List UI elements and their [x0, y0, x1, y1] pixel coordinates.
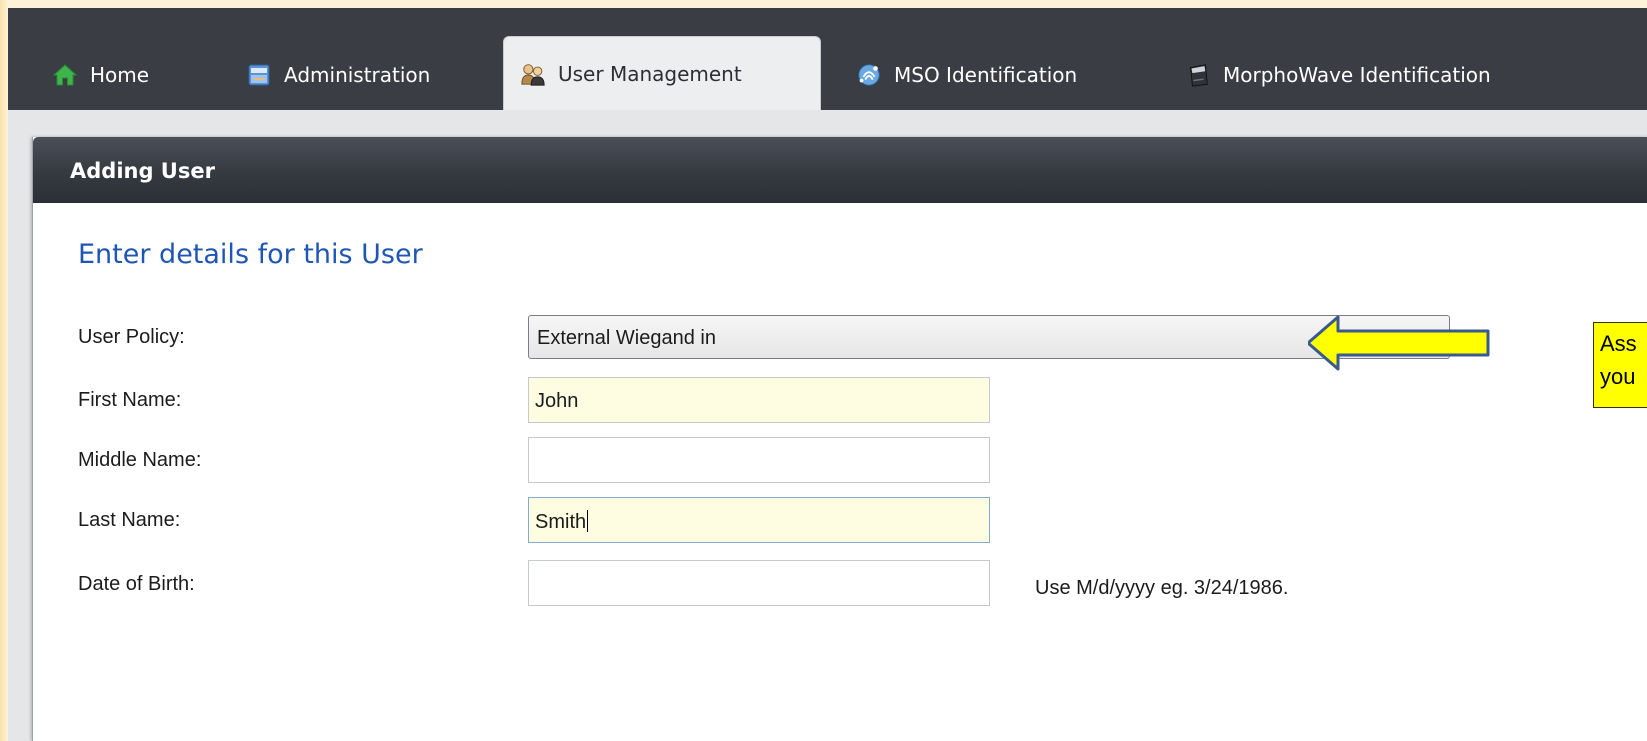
tab-user-management[interactable]: User Management — [503, 36, 821, 110]
first-name-label: First Name: — [78, 389, 182, 411]
tab-home-label: Home — [90, 63, 150, 87]
middle-name-label: Middle Name: — [78, 449, 202, 471]
tab-bar: Home Administration User Management MSO … — [8, 8, 1647, 111]
section-title: Enter details for this User — [78, 239, 423, 270]
first-name-field[interactable]: John — [528, 377, 990, 423]
tab-administration-label: Administration — [284, 63, 431, 87]
date-of-birth-hint: Use M/d/yyyy eg. 3/24/1986. — [1035, 577, 1289, 599]
first-name-value: John — [535, 390, 579, 412]
tab-administration[interactable]: Administration — [246, 52, 430, 98]
administration-icon — [246, 62, 272, 88]
adding-user-panel: Adding User Enter details for this User … — [32, 137, 1647, 741]
morphowave-device-icon — [1185, 62, 1211, 88]
middle-name-field[interactable] — [528, 437, 990, 483]
annotation-callout: Ass you — [1593, 322, 1647, 408]
users-icon — [520, 61, 546, 87]
fingerprint-icon — [856, 62, 882, 88]
text-cursor — [587, 510, 589, 532]
user-policy-label: User Policy: — [78, 326, 185, 348]
user-policy-value: External Wiegand in — [537, 327, 716, 349]
date-of-birth-field[interactable] — [528, 560, 990, 606]
tab-mso-identification-label: MSO Identification — [894, 63, 1078, 87]
last-name-value: Smith — [535, 511, 587, 533]
panel-title: Adding User — [70, 159, 215, 183]
callout-line-2: you — [1600, 364, 1636, 389]
panel-header: Adding User — [33, 137, 1647, 203]
callout-line-1: Ass — [1600, 331, 1637, 356]
app-window: Home Administration User Management MSO … — [8, 8, 1647, 741]
tab-morphowave-identification-label: MorphoWave Identification — [1223, 63, 1491, 87]
tab-user-management-label: User Management — [558, 61, 742, 86]
last-name-label: Last Name: — [78, 509, 181, 531]
tab-morphowave-identification[interactable]: MorphoWave Identification — [1185, 52, 1491, 98]
annotation-arrow-icon — [1308, 315, 1490, 371]
last-name-field[interactable]: Smith — [528, 497, 990, 543]
tab-home[interactable]: Home — [52, 52, 149, 98]
date-of-birth-label: Date of Birth: — [78, 573, 195, 595]
home-icon — [52, 62, 78, 88]
tab-mso-identification[interactable]: MSO Identification — [856, 52, 1077, 98]
